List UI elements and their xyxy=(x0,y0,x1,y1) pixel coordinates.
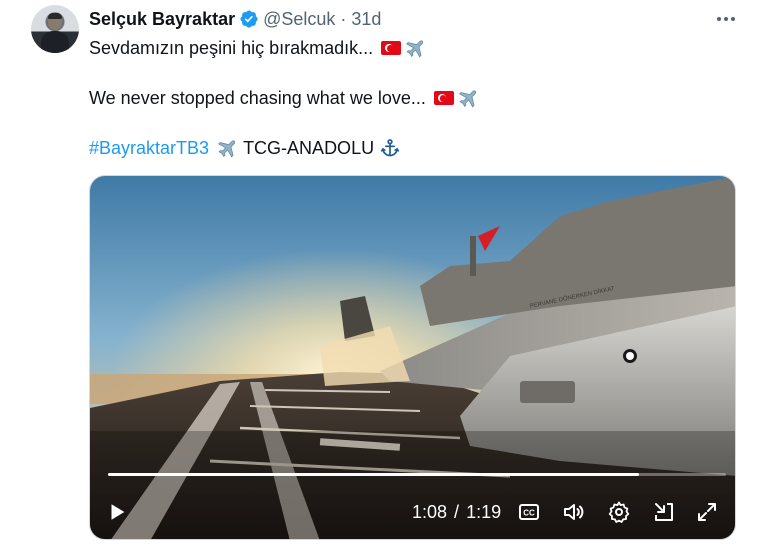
minimize-icon xyxy=(655,503,673,521)
video-frame: PERVANE DÖNERKEN DİKKAT xyxy=(90,176,735,539)
more-dot xyxy=(731,17,735,21)
video-timecode: 1:08 / 1:19 xyxy=(412,494,502,530)
ship-name-text: TCG-ANADOLU xyxy=(243,138,375,158)
video-duration: 1:19 xyxy=(466,501,502,522)
svg-text:CC: CC xyxy=(523,509,535,518)
separator-dot: · xyxy=(340,8,347,29)
verified-badge-icon xyxy=(239,9,259,29)
tweet-header: Selçuk Bayraktar @Selcuk · 31d xyxy=(89,8,381,30)
tweet-text-english: We never stopped chasing what we love... xyxy=(89,88,426,108)
video-player[interactable]: PERVANE DÖNERKEN DİKKAT 1:08 / 1:19 CC xyxy=(89,175,736,540)
play-icon xyxy=(111,504,125,520)
tweet-text-line-3: #BayraktarTB3 TCG-ANADOLU xyxy=(89,137,400,159)
more-dot xyxy=(724,17,728,21)
anchor-icon xyxy=(380,137,400,159)
tweet-card[interactable]: Selçuk Bayraktar @Selcuk · 31d Sevdamızı… xyxy=(0,0,768,545)
author-handle[interactable]: @Selcuk xyxy=(263,9,335,30)
play-button[interactable] xyxy=(104,494,130,530)
closed-captions-button[interactable]: CC xyxy=(516,494,542,530)
turkish-flag-icon xyxy=(381,41,402,55)
minimize-player-button[interactable] xyxy=(650,494,678,530)
time-separator: / xyxy=(454,501,460,522)
video-progress-fill xyxy=(108,473,640,476)
fullscreen-icon xyxy=(698,503,716,521)
tweet-text-line-1: Sevdamızın peşini hiç bırakmadık... xyxy=(89,37,425,59)
volume-button[interactable] xyxy=(560,494,588,530)
volume-icon xyxy=(564,504,584,520)
airplane-icon xyxy=(456,87,478,109)
avatar-hair xyxy=(48,13,62,19)
tweet-text-line-2: We never stopped chasing what we love... xyxy=(89,87,478,109)
avatar[interactable] xyxy=(31,5,79,53)
airplane-icon xyxy=(403,37,425,59)
video-controls: 1:08 / 1:19 CC xyxy=(90,494,735,530)
author-name[interactable]: Selçuk Bayraktar xyxy=(89,9,235,30)
turkish-flag-icon xyxy=(433,91,454,105)
hashtag-link[interactable]: #BayraktarTB3 xyxy=(89,137,209,159)
fullscreen-button[interactable] xyxy=(693,494,721,530)
tweet-timestamp[interactable]: 31d xyxy=(351,9,381,30)
gear-icon xyxy=(608,501,630,523)
avatar-figure xyxy=(41,31,69,53)
more-dot xyxy=(717,17,721,21)
current-time: 1:08 xyxy=(412,501,448,522)
video-progress-bar[interactable] xyxy=(108,473,726,476)
more-options-icon[interactable] xyxy=(712,8,740,30)
airplane-icon xyxy=(215,137,237,159)
tweet-text-turkish: Sevdamızın peşini hiç bırakmadık... xyxy=(89,38,374,58)
settings-button[interactable] xyxy=(605,494,633,530)
closed-captions-icon: CC xyxy=(519,504,539,520)
